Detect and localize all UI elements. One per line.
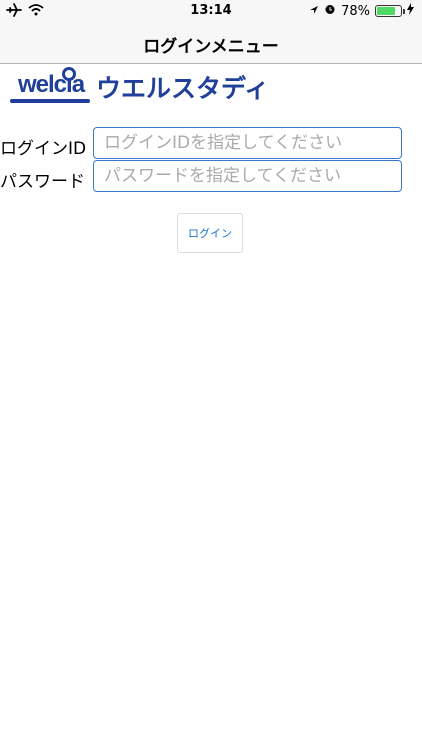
- page-title: ログインメニュー: [143, 37, 279, 57]
- navigation-bar: ログインメニュー: [0, 22, 422, 64]
- charging-bolt-icon: [407, 3, 414, 19]
- location-arrow-icon: [309, 4, 319, 19]
- logo-ring-mark: [62, 67, 76, 81]
- status-right-group: 78%: [309, 3, 414, 19]
- password-input[interactable]: [93, 160, 402, 192]
- logo-badge: welcia: [8, 67, 92, 105]
- status-bar: 13:14 78%: [0, 0, 422, 22]
- alarm-icon: [324, 3, 336, 19]
- battery-icon: [375, 5, 405, 17]
- login-button[interactable]: ログイン: [177, 213, 243, 253]
- login-id-input[interactable]: [93, 127, 402, 159]
- login-id-label: ログインID: [0, 139, 87, 159]
- password-label: パスワード: [0, 172, 85, 192]
- logo-service-name: ウエルスタディ: [96, 74, 270, 103]
- battery-percent: 78%: [341, 3, 370, 19]
- welcia-logo: welcia ウエルスタディ: [8, 67, 270, 106]
- battery-level-fill: [377, 7, 395, 15]
- logo-underline: [10, 99, 90, 103]
